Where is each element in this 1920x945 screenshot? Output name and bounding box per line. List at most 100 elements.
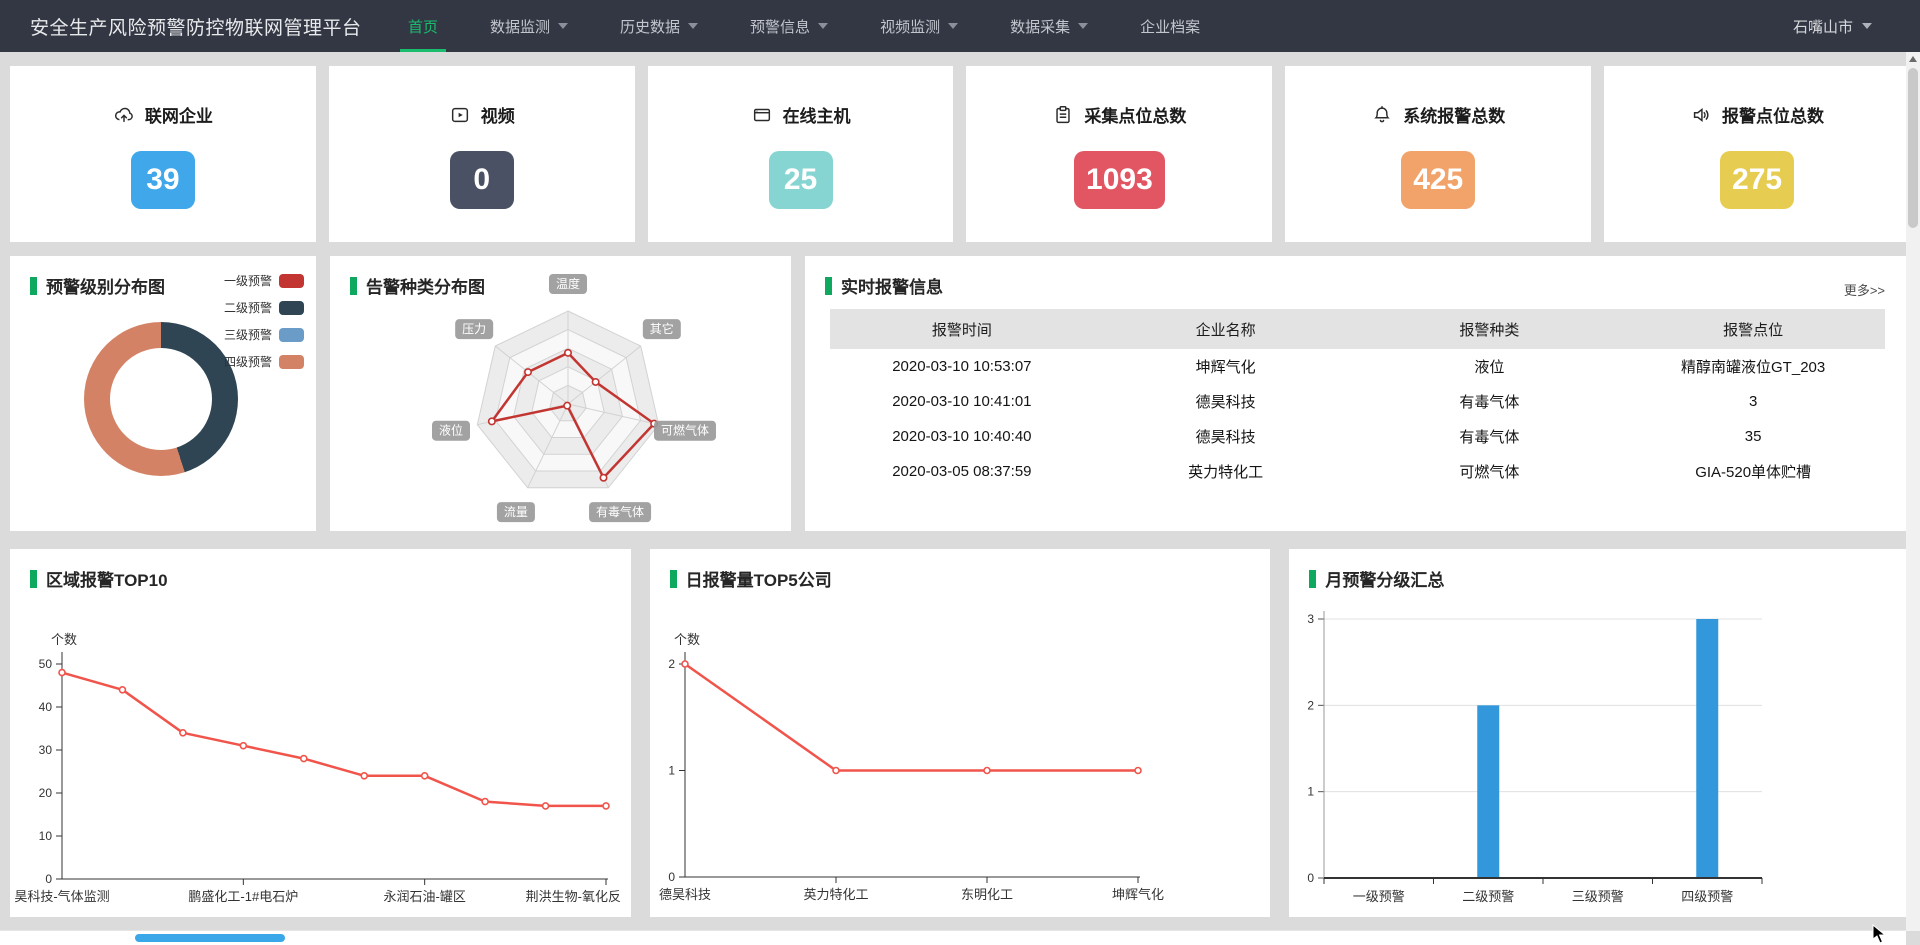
panel-title: 预警级别分布图 [46,273,165,298]
radar-axis-label: 液位 [432,421,470,441]
svg-text:坤辉气化: 坤辉气化 [1112,887,1164,902]
horizontal-scrollbar[interactable] [0,930,1906,945]
title-accent-bar [825,277,832,295]
nav-item[interactable]: 历史数据 [594,0,724,52]
warning-level-donut-chart[interactable] [84,322,238,476]
nav-item[interactable]: 数据采集 [984,0,1114,52]
chevron-down-icon [688,23,698,29]
svg-text:流量: 流量 [504,505,528,519]
bell-icon [1371,104,1393,126]
svg-text:永润石油-罐区: 永润石油-罐区 [383,889,465,904]
svg-text:30: 30 [39,743,53,757]
svg-text:50: 50 [39,657,53,671]
nav-item-label: 数据监测 [490,16,550,37]
table-cell: 英力特化工 [1094,454,1358,489]
nav-item-label: 首页 [408,16,438,37]
daily-top5-line-chart[interactable]: 012个数德昊科技英力特化工东明化工坤辉气化 [650,549,1267,917]
svg-text:一级预警: 一级预警 [1353,889,1405,904]
table-row[interactable]: 2020-03-10 10:41:01德昊科技有毒气体3 [830,384,1885,419]
mouse-cursor-icon [1872,924,1888,944]
bottom-row: 区域报警TOP10 01020304050个数昊科技-气体监测鹏盛化工-1#电石… [10,549,1910,917]
nav-item-label: 预警信息 [750,16,810,37]
svg-text:个数: 个数 [51,632,77,647]
region-label: 石嘴山市 [1793,16,1853,37]
svg-text:昊科技-气体监测: 昊科技-气体监测 [14,889,109,904]
chevron-down-icon [558,23,568,29]
stat-card: 在线主机 25 [648,66,954,242]
svg-text:三级预警: 三级预警 [1572,889,1624,904]
stat-label: 采集点位总数 [1084,102,1186,127]
table-row[interactable]: 2020-03-10 10:40:40德昊科技有毒气体35 [830,419,1885,454]
stat-label: 系统报警总数 [1403,102,1505,127]
stat-card-head: 联网企业 [113,102,213,127]
table-cell: 精醇南罐液位GT_203 [1621,349,1885,384]
stat-label: 报警点位总数 [1722,102,1824,127]
table-row[interactable]: 2020-03-05 08:37:59英力特化工可燃气体GIA-520单体贮槽 [830,454,1885,489]
warning-level-panel: 预警级别分布图 一级预警二级预警三级预警四级预警 [10,256,316,531]
stats-row: 联网企业39视频0在线主机25采集点位总数1093系统报警总数425报警点位总数… [10,66,1910,242]
radar-axis-label: 可燃气体 [654,421,716,441]
horizontal-scroll-thumb[interactable] [135,934,285,942]
app-title: 安全生产风险预警防控物联网管理平台 [0,0,382,52]
donut-legend: 一级预警二级预警三级预警四级预警 [224,272,304,370]
nav-item[interactable]: 视频监测 [854,0,984,52]
scroll-up-icon[interactable] [1909,56,1917,62]
legend-swatch [279,328,304,342]
legend-swatch [279,355,304,369]
bar-四级预警[interactable] [1697,619,1719,878]
more-link[interactable]: 更多>> [1844,280,1885,299]
table-cell: 坤辉气化 [1094,349,1358,384]
vertical-scroll-thumb[interactable] [1908,68,1918,228]
bar-二级预警[interactable] [1478,705,1500,878]
svg-text:10: 10 [39,829,53,843]
svg-text:温度: 温度 [556,276,580,291]
stat-label: 视频 [481,102,515,127]
stat-value-badge: 275 [1720,151,1794,209]
radar-axis-label: 其它 [643,319,681,339]
clipboard-icon [1052,104,1074,126]
table-cell: 可燃气体 [1358,454,1622,489]
nav-item[interactable]: 数据监测 [464,0,594,52]
table-cell: 德昊科技 [1094,384,1358,419]
legend-item[interactable]: 四级预警 [224,353,304,370]
alarm-table-header: 报警时间企业名称报警种类报警点位 [830,309,1885,349]
nav-item-label: 视频监测 [880,16,940,37]
stat-card: 视频0 [329,66,635,242]
svg-text:0: 0 [1308,871,1315,885]
vertical-scrollbar[interactable] [1906,52,1920,931]
svg-text:二级预警: 二级预警 [1463,889,1515,904]
legend-label: 一级预警 [224,272,272,289]
table-cell: 2020-03-10 10:53:07 [830,349,1094,384]
legend-item[interactable]: 二级预警 [224,299,304,316]
speaker-icon [1690,104,1712,126]
top-nav: 安全生产风险预警防控物联网管理平台 首页 数据监测 历史数据 预警信息 视频监测 数据采集… [0,0,1920,52]
nav-item[interactable]: 首页 [382,0,464,52]
legend-swatch [279,274,304,288]
svg-text:2: 2 [1308,698,1315,712]
panel-title-row: 实时报警信息 [805,256,1910,298]
stat-card: 联网企业39 [10,66,316,242]
legend-item[interactable]: 一级预警 [224,272,304,289]
video-icon [449,104,471,126]
region-top10-line-chart[interactable]: 01020304050个数昊科技-气体监测鹏盛化工-1#电石炉永润石油-罐区荆洪… [10,549,627,917]
stat-value-badge: 25 [769,151,833,209]
monthly-level-bar-chart[interactable]: 0123一级预警二级预警三级预警四级预警 [1289,549,1914,917]
nav-menu: 首页 数据监测 历史数据 预警信息 视频监测 数据采集企业档案 [382,0,1226,52]
alarm-table-body: 2020-03-10 10:53:07坤辉气化液位精醇南罐液位GT_203202… [830,349,1885,489]
dashboard-page: 安全生产风险预警防控物联网管理平台 首页 数据监测 历史数据 预警信息 视频监测 数据采集… [0,0,1920,917]
table-row[interactable]: 2020-03-10 10:53:07坤辉气化液位精醇南罐液位GT_203 [830,349,1885,384]
nav-item[interactable]: 企业档案 [1114,0,1226,52]
legend-label: 四级预警 [224,353,272,370]
alarm-col-header: 报警点位 [1621,309,1885,349]
svg-text:荆洪生物-氧化反: 荆洪生物-氧化反 [526,889,621,904]
nav-item[interactable]: 预警信息 [724,0,854,52]
svg-text:20: 20 [39,786,53,800]
legend-item[interactable]: 三级预警 [224,326,304,343]
table-cell: 35 [1621,419,1885,454]
stat-label: 在线主机 [783,102,851,127]
alarm-type-radar-chart[interactable]: 温度其它可燃气体有毒气体流量液位压力 [330,256,791,531]
region-selector[interactable]: 石嘴山市 [1793,0,1920,52]
stat-value-badge: 1093 [1074,151,1165,209]
table-cell: 有毒气体 [1358,384,1622,419]
region-top10-panel: 区域报警TOP10 01020304050个数昊科技-气体监测鹏盛化工-1#电石… [10,549,631,917]
